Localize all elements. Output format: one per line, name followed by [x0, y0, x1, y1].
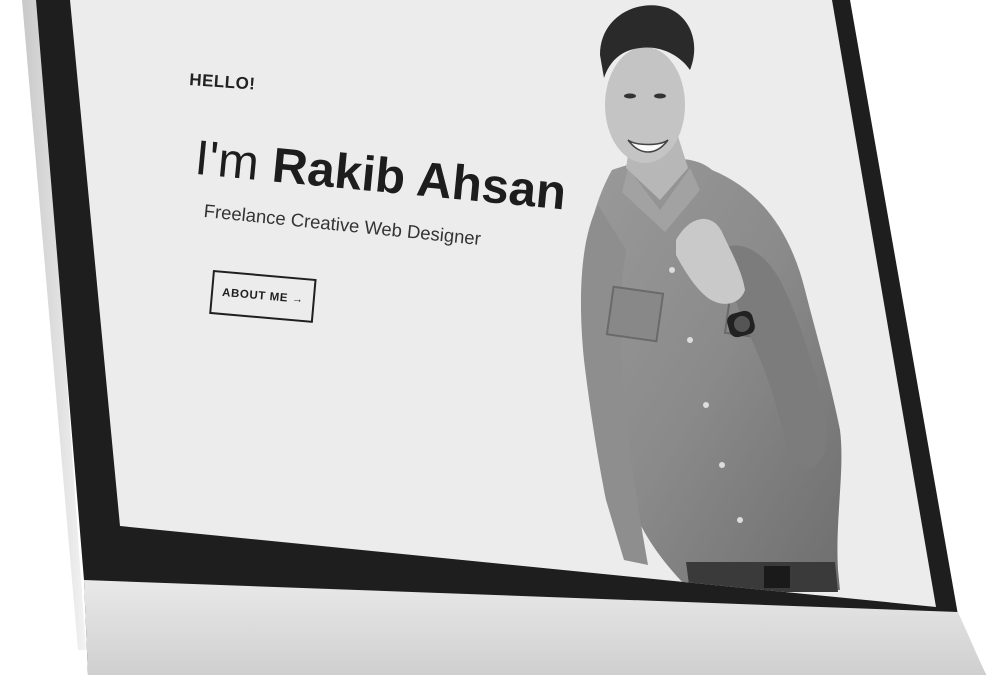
right-arrow-icon: → — [291, 293, 305, 306]
monitor: HELLO! I'm Rakib Ahsan Freelance Creativ… — [0, 0, 1000, 675]
about-me-button[interactable]: ABOUT ME → — [209, 270, 317, 323]
website-hero: HELLO! I'm Rakib Ahsan Freelance Creativ… — [0, 0, 1000, 675]
portrait-photo — [580, 5, 842, 592]
intro-text: I'm — [192, 130, 262, 191]
about-me-label: ABOUT ME — [221, 286, 289, 305]
screen: HELLO! I'm Rakib Ahsan Freelance Creativ… — [0, 0, 1000, 675]
